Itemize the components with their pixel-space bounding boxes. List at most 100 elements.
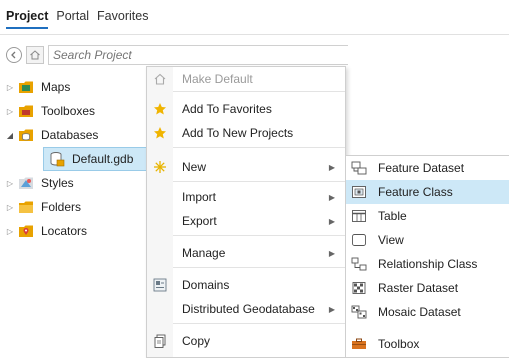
menu-item-manage[interactable]: Manage ▶ xyxy=(147,241,345,265)
submenu-arrow-icon: ▶ xyxy=(328,162,335,172)
tree-item-databases[interactable]: ◢ Databases xyxy=(0,124,98,146)
submenu-item-label: Raster Dataset xyxy=(378,281,459,295)
geodatabase-icon xyxy=(48,151,66,167)
submenu-arrow-icon: ▶ xyxy=(328,304,335,314)
submenu-item-label: View xyxy=(378,233,404,247)
expand-icon[interactable]: ▷ xyxy=(3,107,17,116)
header-divider xyxy=(0,34,509,35)
relationship-class-icon xyxy=(348,252,370,276)
menu-separator xyxy=(173,91,345,92)
locators-icon xyxy=(17,223,35,239)
tree-item-label: Folders xyxy=(41,200,82,214)
maps-folder-icon xyxy=(17,79,35,95)
submenu-item-label: Feature Class xyxy=(378,185,453,199)
menu-item-label: Make Default xyxy=(182,72,253,86)
menu-item-label: Distributed Geodatabase xyxy=(182,302,315,316)
menu-item-add-to-new-projects[interactable]: Add To New Projects xyxy=(147,121,345,145)
menu-separator xyxy=(173,147,345,148)
tab-portal[interactable]: Portal xyxy=(56,9,89,29)
feature-class-icon xyxy=(348,180,370,204)
feature-dataset-icon xyxy=(348,156,370,180)
submenu-arrow-icon: ▶ xyxy=(328,248,335,258)
tab-project[interactable]: Project xyxy=(6,9,49,29)
context-menu: Make Default Add To Favorites Add To New… xyxy=(146,66,346,358)
toolboxes-folder-icon xyxy=(17,103,35,119)
submenu-item-toolbox[interactable]: Toolbox xyxy=(346,332,509,356)
menu-separator xyxy=(173,323,345,324)
menu-item-new[interactable]: New ▶ xyxy=(147,155,345,179)
menu-item-label: Copy xyxy=(182,334,211,348)
home-icon xyxy=(147,67,173,91)
menu-separator xyxy=(173,181,345,182)
menu-item-import[interactable]: Import ▶ xyxy=(147,185,345,209)
submenu-item-view[interactable]: View xyxy=(346,228,509,252)
menu-item-copy[interactable]: Copy xyxy=(147,329,345,353)
menu-item-distributed-geodatabase[interactable]: Distributed Geodatabase ▶ xyxy=(147,297,345,321)
expand-icon[interactable]: ▷ xyxy=(3,179,17,188)
menu-item-make-default[interactable]: Make Default xyxy=(147,67,345,91)
menu-item-export[interactable]: Export ▶ xyxy=(147,209,345,233)
menu-item-label: Add To New Projects xyxy=(182,126,294,140)
menu-item-add-to-favorites[interactable]: Add To Favorites xyxy=(147,97,345,121)
submenu-item-relationship-class[interactable]: Relationship Class xyxy=(346,252,509,276)
mosaic-dataset-icon xyxy=(348,300,370,324)
raster-dataset-icon xyxy=(348,276,370,300)
expand-icon[interactable]: ▷ xyxy=(3,203,17,212)
menu-separator xyxy=(173,235,345,236)
star-icon xyxy=(147,97,173,121)
expand-icon[interactable]: ▷ xyxy=(3,83,17,92)
collapse-icon[interactable]: ◢ xyxy=(3,131,17,140)
tree-item-styles[interactable]: ▷ Styles xyxy=(0,172,74,194)
submenu-item-label: Toolbox xyxy=(378,337,420,351)
tree-item-label: Maps xyxy=(41,80,71,94)
submenu-item-label: Table xyxy=(378,209,407,223)
new-submenu: Feature Dataset Feature Class Table View… xyxy=(345,155,509,358)
menu-item-label: Export xyxy=(182,214,217,228)
submenu-item-label: Mosaic Dataset xyxy=(378,305,461,319)
tree-item-label: Databases xyxy=(41,128,99,142)
toolbox-icon xyxy=(348,332,370,356)
styles-icon xyxy=(17,175,35,191)
expand-icon[interactable]: ▷ xyxy=(3,227,17,236)
catalog-tabs: Project Portal Favorites xyxy=(6,9,148,29)
folders-icon xyxy=(17,199,35,215)
submenu-item-table[interactable]: Table xyxy=(346,204,509,228)
tree-item-toolboxes[interactable]: ▷ Toolboxes xyxy=(0,100,95,122)
menu-item-domains[interactable]: Domains xyxy=(147,273,345,297)
tree-item-maps[interactable]: ▷ Maps xyxy=(0,76,70,98)
submenu-item-raster-dataset[interactable]: Raster Dataset xyxy=(346,276,509,300)
submenu-arrow-icon: ▶ xyxy=(328,216,335,226)
domains-icon xyxy=(147,273,173,297)
home-button[interactable] xyxy=(26,46,44,64)
submenu-item-feature-class[interactable]: Feature Class xyxy=(346,180,509,204)
submenu-item-mosaic-dataset[interactable]: Mosaic Dataset xyxy=(346,300,509,324)
star-icon xyxy=(147,121,173,145)
search-input[interactable] xyxy=(48,45,348,65)
menu-item-label: Domains xyxy=(182,278,230,292)
tab-favorites[interactable]: Favorites xyxy=(97,9,148,29)
menu-item-label: Manage xyxy=(182,246,226,260)
menu-item-label: Add To Favorites xyxy=(182,102,272,116)
tree-item-folders[interactable]: ▷ Folders xyxy=(0,196,81,218)
copy-icon xyxy=(147,329,173,353)
submenu-item-label: Relationship Class xyxy=(378,257,478,271)
tree-item-locators[interactable]: ▷ Locators xyxy=(0,220,87,242)
submenu-item-feature-dataset[interactable]: Feature Dataset xyxy=(346,156,509,180)
new-sparkle-icon xyxy=(147,155,173,179)
menu-item-label: Import xyxy=(182,190,217,204)
home-icon xyxy=(30,50,40,60)
submenu-item-label: Feature Dataset xyxy=(378,161,465,175)
databases-folder-icon xyxy=(17,127,35,143)
tree-item-default-gdb[interactable]: Default.gdb xyxy=(43,147,149,171)
tree-item-label: Locators xyxy=(41,224,88,238)
menu-item-label: New xyxy=(182,160,207,174)
submenu-arrow-icon: ▶ xyxy=(328,192,335,202)
search-row xyxy=(6,44,509,66)
tree-item-label: Default.gdb xyxy=(72,152,134,166)
table-icon xyxy=(348,204,370,228)
back-button[interactable] xyxy=(6,47,22,63)
menu-separator xyxy=(173,267,345,268)
back-arrow-icon xyxy=(11,51,16,59)
tree-item-label: Toolboxes xyxy=(41,104,96,118)
tree-item-label: Styles xyxy=(41,176,74,190)
